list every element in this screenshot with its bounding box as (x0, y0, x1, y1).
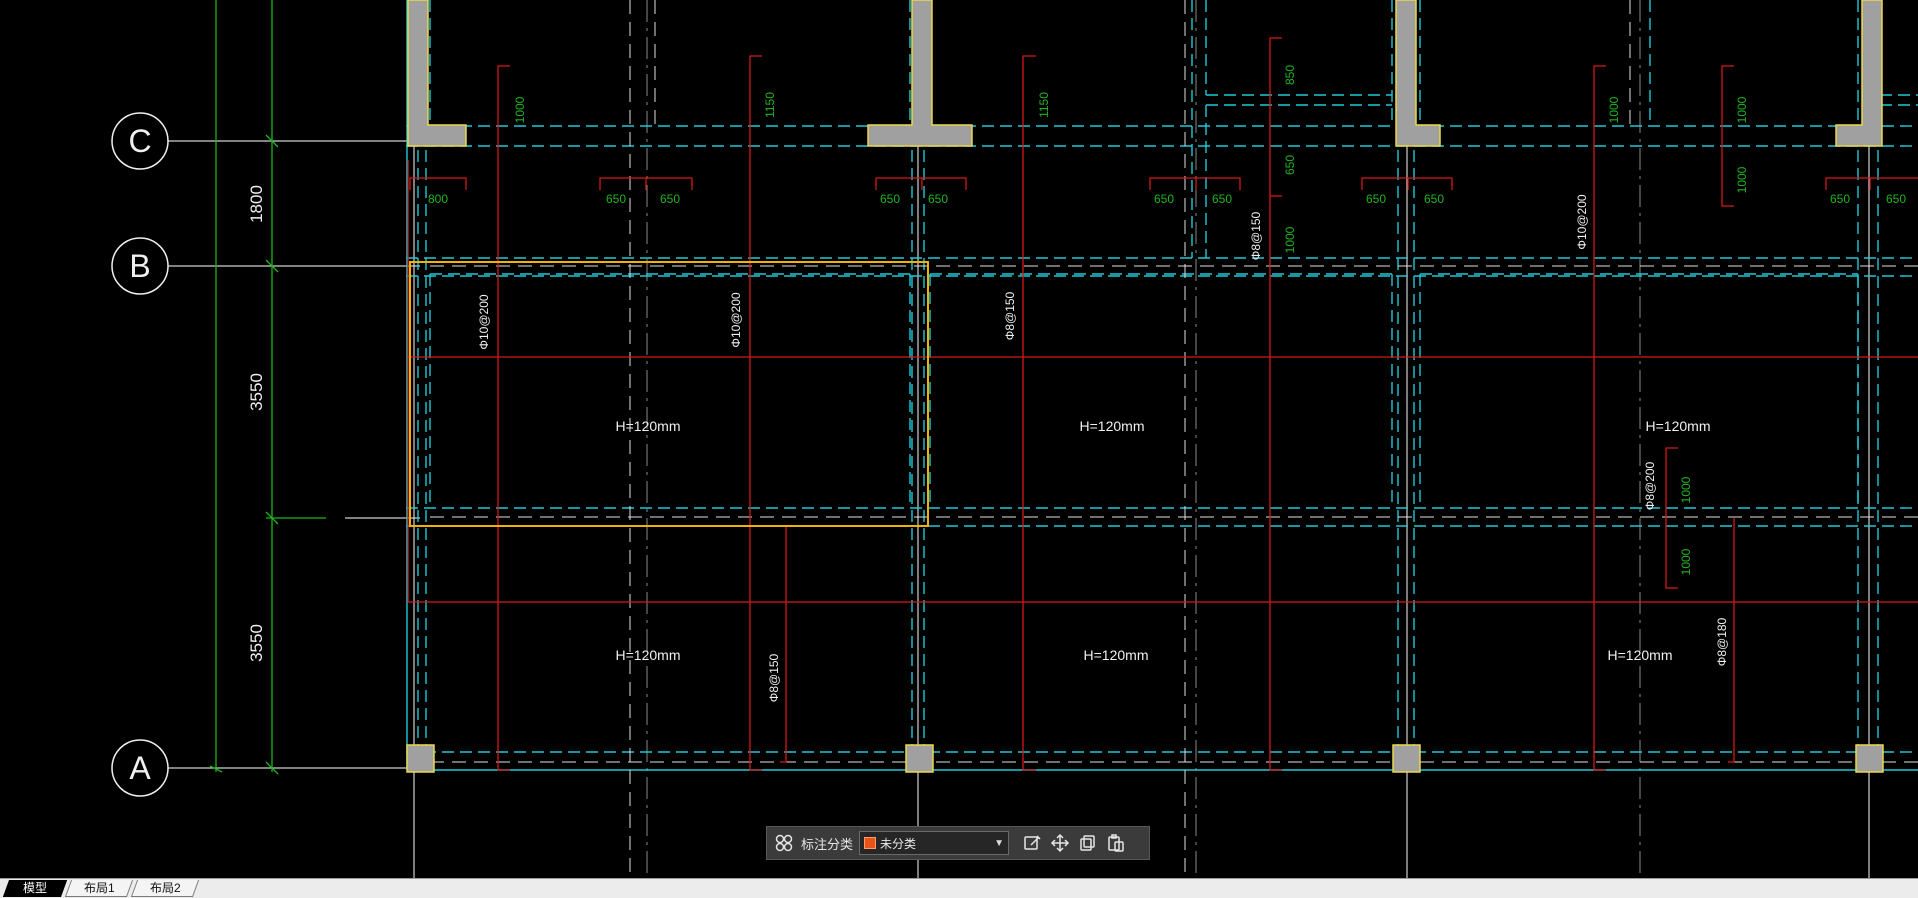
dim-650-6: 650 (1212, 192, 1232, 206)
top-dim-7: 1000 (1607, 96, 1621, 123)
top-dim-2: 1150 (763, 92, 777, 118)
slab-thickness-6: H=120mm (1608, 647, 1673, 663)
row-dim-1: 1800 (247, 185, 266, 223)
rebar-length-texts: 1000 1150 1150 850 650 1000 1000 1000 10… (513, 65, 1749, 576)
annotation-toolbar: 标注分类 未分类 ▼ (766, 826, 1150, 860)
category-color-swatch (864, 837, 877, 849)
grid-icon[interactable] (773, 832, 795, 854)
layout-tab-bar: 模型 布局1 布局2 (0, 878, 1918, 898)
grid-label-b: B (129, 248, 150, 284)
slab-thickness-5: H=120mm (1084, 647, 1149, 663)
grid-bubble-b[interactable]: B (111, 237, 169, 295)
axis-verticals (413, 0, 1870, 878)
dim-650-9: 650 (1830, 192, 1850, 206)
row-dim-3: 3550 (247, 624, 266, 662)
top-dim-9: 1000 (1735, 166, 1749, 193)
slab-thickness-2: H=120mm (1080, 418, 1145, 434)
dim-800: 800 (428, 192, 448, 206)
row-dim-2: 3550 (247, 373, 266, 411)
slab-thickness-texts: H=120mm H=120mm H=120mm H=120mm H=120mm … (616, 418, 1711, 663)
support-dim-texts: 800 650 650 650 650 650 650 650 650 650 … (428, 192, 1906, 206)
top-dim-6: 1000 (1283, 226, 1297, 253)
slab-dim-1000-b: 1000 (1679, 548, 1693, 575)
dim-650-1: 650 (606, 192, 626, 206)
rebar-spec-3: Φ8@150 (1003, 291, 1017, 340)
slab-thickness-1: H=120mm (616, 418, 681, 434)
top-dim-3: 1150 (1037, 92, 1051, 118)
grid-bubble-c[interactable]: C (111, 112, 169, 170)
top-dim-1: 1000 (513, 96, 527, 123)
grid-label-c: C (128, 123, 151, 159)
dim-650-10: 650 (1886, 192, 1906, 206)
paste-icon[interactable] (1105, 832, 1127, 854)
dim-650-4: 650 (928, 192, 948, 206)
drawing-svg[interactable]: C B A 1800 3550 3550 1000 1150 1150 850 … (0, 0, 1918, 878)
rebar-spec-8: Φ8@180 (1715, 617, 1729, 666)
inner-dash-lines (430, 0, 1918, 878)
annotation-category-select[interactable]: 未分类 ▼ (859, 831, 1010, 855)
slab-thickness-3: H=120mm (1646, 418, 1711, 434)
tab-model[interactable]: 模型 (2, 880, 68, 897)
move-icon[interactable] (1049, 832, 1071, 854)
slab-dim-1000-a: 1000 (1679, 476, 1693, 503)
edit-icon[interactable] (1021, 832, 1043, 854)
chevron-down-icon: ▼ (994, 837, 1005, 849)
dim-650-8: 650 (1424, 192, 1444, 206)
dimension-lines (209, 0, 326, 775)
tab-layout2[interactable]: 布局2 (130, 880, 200, 897)
dim-650-3: 650 (880, 192, 900, 206)
tab-model-label: 模型 (22, 881, 47, 895)
dim-650-5: 650 (1154, 192, 1174, 206)
rebar-spec-4: Φ8@150 (1249, 211, 1263, 260)
tab-layout2-label: 布局2 (149, 881, 181, 895)
rebar-spec-2: Φ10@200 (729, 292, 743, 347)
dim-650-2: 650 (660, 192, 680, 206)
tab-layout1[interactable]: 布局1 (64, 880, 134, 897)
grid-bubble-a[interactable]: A (111, 739, 169, 797)
rebar-spec-1: Φ10@200 (477, 294, 491, 349)
dim-650-7: 650 (1366, 192, 1386, 206)
grid-label-a: A (129, 750, 151, 786)
cad-canvas[interactable]: C B A 1800 3550 3550 1000 1150 1150 850 … (0, 0, 1918, 878)
row-dimension-texts: 1800 3550 3550 (247, 185, 266, 662)
top-dim-5: 650 (1283, 155, 1297, 175)
rebar-spec-texts: Φ10@200 Φ10@200 Φ8@150 Φ8@150 Φ10@200 Φ8… (477, 194, 1729, 702)
slab-thickness-4: H=120mm (616, 647, 681, 663)
annotation-category-label: 标注分类 (801, 836, 854, 852)
centre-lines (646, 0, 1641, 878)
rebar-spec-6: Φ8@150 (767, 653, 781, 702)
rebar-spec-5: Φ10@200 (1575, 194, 1589, 249)
tab-layout1-label: 布局1 (83, 881, 115, 895)
axis-horizontals (166, 140, 420, 769)
copy-icon[interactable] (1077, 832, 1099, 854)
beams (406, 0, 1918, 753)
top-dim-8: 1000 (1735, 96, 1749, 123)
top-dim-4: 850 (1283, 65, 1297, 85)
category-selected-value: 未分类 (880, 836, 917, 851)
rebar-spec-7: Φ8@200 (1643, 461, 1657, 510)
